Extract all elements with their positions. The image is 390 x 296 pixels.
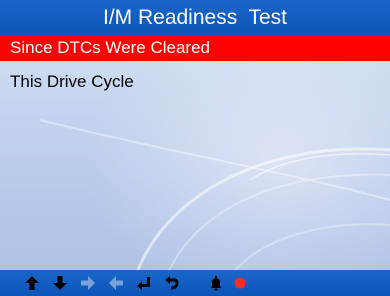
menu-item-since-dtcs-cleared[interactable]: Since DTCs Were Cleared (0, 35, 390, 61)
arrow-left-icon[interactable] (108, 275, 124, 291)
arrow-right-icon[interactable] (80, 275, 96, 291)
menu-list: Since DTCs Were Cleared This Drive Cycle (0, 35, 390, 95)
arrow-down-icon[interactable] (52, 275, 68, 291)
menu-item-this-drive-cycle[interactable]: This Drive Cycle (0, 69, 390, 95)
bell-icon[interactable] (208, 275, 224, 291)
enter-icon[interactable] (136, 275, 152, 291)
record-indicator-icon (234, 277, 246, 289)
function-key-bar (0, 270, 390, 296)
screen-title: I/M Readiness Test (0, 0, 390, 35)
scanner-screen: I/M Readiness Test Since DTCs Were Clear… (0, 0, 390, 296)
arrow-up-icon[interactable] (24, 275, 40, 291)
back-icon[interactable] (164, 275, 180, 291)
